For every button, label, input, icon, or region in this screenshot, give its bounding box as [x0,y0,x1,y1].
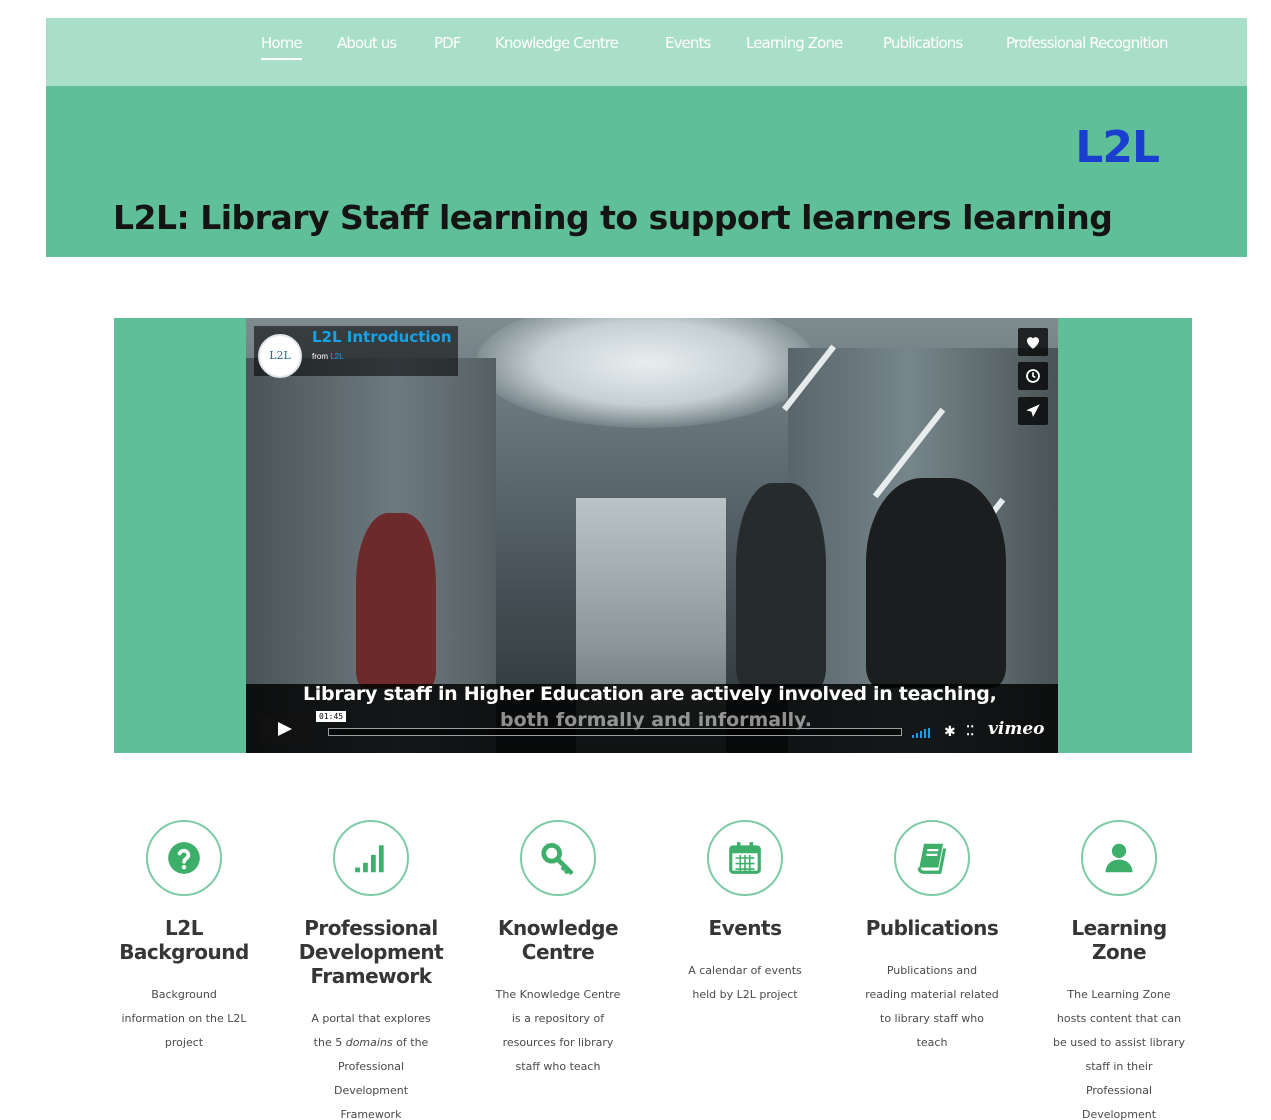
feature-title-line: Zone [1091,940,1147,964]
feature-desc-line: project [164,1036,204,1049]
feature-description: Background information on the L2L projec… [91,983,277,1055]
video-progress-bar[interactable] [328,728,902,736]
vimeo-logo[interactable]: vimeo [988,719,1044,739]
nav-home[interactable]: Home [261,34,303,60]
video-scene-person [866,478,1006,688]
video-caption-line-1: Library staff in Higher Education are ac… [303,683,997,705]
feature-desc-line: staff who teach [515,1060,601,1073]
nav-events[interactable]: Events [665,34,711,52]
site-logo[interactable]: L2L [1075,122,1160,173]
feature-title[interactable]: Publications [839,916,1025,940]
video-title[interactable]: L2L Introduction [312,328,452,346]
feature-title[interactable]: Events [652,916,838,940]
feature-desc-segment: of the [392,1036,429,1049]
nav-about-us[interactable]: About us [337,34,397,52]
video-from: from L2L [312,352,344,361]
nav-publications[interactable]: Publications [883,34,963,52]
hero-banner: L2L L2L: Library Staff learning to suppo… [46,86,1247,257]
feature-description: A portal that explores the 5 domains of … [278,1007,464,1120]
feature-desc-line: The Learning Zone [1067,988,1171,1001]
feature-description: The Learning Zone hosts content that can… [1026,983,1212,1120]
feature-icon-circle[interactable] [520,820,596,896]
video-scene-person [356,513,436,688]
nav-knowledge-centre[interactable]: Knowledge Centre [495,34,619,52]
feature-desc-line: Framework [340,1108,402,1120]
feature-title-line: Knowledge [497,916,619,940]
send-icon [1026,404,1040,417]
nav-learning-zone[interactable]: Learning Zone [746,34,843,52]
feature-desc-line: teach [916,1036,948,1049]
feature-title[interactable]: Learning Zone [1026,916,1212,964]
feature-desc-line: Background [151,988,217,1001]
feature-title-line: Professional [304,916,438,940]
user-icon [1105,843,1133,873]
feature-desc-line: Professional [1085,1084,1153,1097]
feature-title-line: Development [298,940,444,964]
feature-desc-line: held by L2L project [692,988,798,1001]
clock-icon [1026,369,1040,383]
feature-desc-line: A calendar of events [688,964,802,977]
video-scene-person [736,483,826,688]
feature-desc-line: staff in their [1085,1060,1153,1073]
video-from-name[interactable]: L2L [330,352,343,361]
feature-desc-line: the 5 domains of the [278,1031,464,1055]
share-button[interactable] [1018,397,1048,425]
feature-desc-line: Professional [337,1060,405,1073]
feature-title-line: Background [119,940,249,964]
settings-gear-icon[interactable]: ✱ [944,723,956,740]
feature-description: A calendar of events held by L2L project [652,959,838,1007]
feature-desc-line: A portal that explores [311,1012,431,1025]
top-navigation: Home About us PDF Knowledge Centre Event… [46,18,1247,86]
nav-professional-recognition[interactable]: Professional Recognition [1006,34,1169,52]
play-button[interactable] [260,716,308,742]
signal-bars-icon [355,845,384,873]
feature-description: Publications and reading material relate… [839,959,1025,1055]
video-channel-logo[interactable]: L2L [258,334,302,378]
feature-desc-line: resources for library [502,1036,614,1049]
video-time: 01:45 [316,711,347,722]
feature-icon-circle[interactable] [707,820,783,896]
feature-desc-emphasis: domains [345,1036,393,1049]
feature-description: The Knowledge Centre is a repository of … [465,983,651,1079]
feature-title-line: Events [708,916,782,940]
feature-desc-line: Publications and [886,964,978,977]
feature-desc-line: The Knowledge Centre [495,988,621,1001]
feature-icon-circle[interactable] [146,820,222,896]
feature-desc-line: information on the L2L [121,1012,247,1025]
like-button[interactable] [1018,328,1048,356]
watch-later-button[interactable] [1018,362,1048,390]
volume-icon[interactable] [912,728,934,738]
fullscreen-icon[interactable]: ⁚⁚ [966,723,974,739]
page-title: L2L: Library Staff learning to support l… [113,198,1113,237]
video-scene-ceiling [476,318,816,428]
feature-desc-line: Development [333,1084,409,1097]
feature-desc-line: be used to assist library [1053,1036,1185,1049]
feature-desc-line: hosts content that can [1056,1012,1182,1025]
video-from-prefix: from [312,352,328,361]
feature-desc-line: Development [1081,1108,1157,1120]
question-icon [168,842,200,874]
feature-desc-line: reading material related [865,988,999,1001]
book-icon [917,843,947,874]
feature-title-line: Publications [865,916,999,940]
feature-title-line: L2L [165,916,203,940]
feature-desc-segment: the 5 [313,1036,346,1049]
feature-desc-line: to library staff who [880,1012,984,1025]
video-player[interactable]: L2L L2L Introduction from L2L Library st… [246,318,1058,753]
feature-title[interactable]: Professional Development Framework [278,916,464,988]
heart-icon [1027,337,1039,349]
feature-icon-circle[interactable] [894,820,970,896]
feature-icon-circle[interactable] [333,820,409,896]
calendar-icon [729,842,761,874]
feature-desc-line: is a repository of [511,1012,605,1025]
feature-title[interactable]: Knowledge Centre [465,916,651,964]
feature-title-line: Framework [310,964,432,988]
key-icon [541,842,574,875]
nav-pdf[interactable]: PDF [434,34,461,52]
feature-title[interactable]: L2L Background [91,916,277,964]
feature-icon-circle[interactable] [1081,820,1157,896]
feature-title-line: Centre [521,940,595,964]
feature-title-line: Learning [1071,916,1167,940]
